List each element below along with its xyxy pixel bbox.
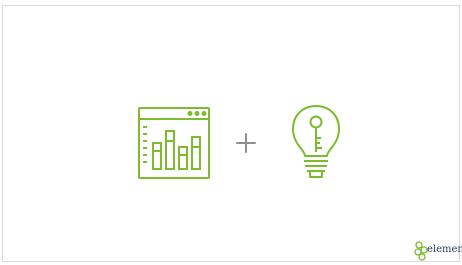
- plus-icon: [236, 133, 256, 153]
- illustration: [138, 105, 340, 179]
- brand-name: element: [427, 244, 462, 255]
- brand-logo: element: [413, 240, 462, 262]
- dashboard-bar-chart-icon: [138, 107, 210, 179]
- lightbulb-key-icon: [292, 105, 340, 178]
- slide-frame: element: [2, 5, 462, 262]
